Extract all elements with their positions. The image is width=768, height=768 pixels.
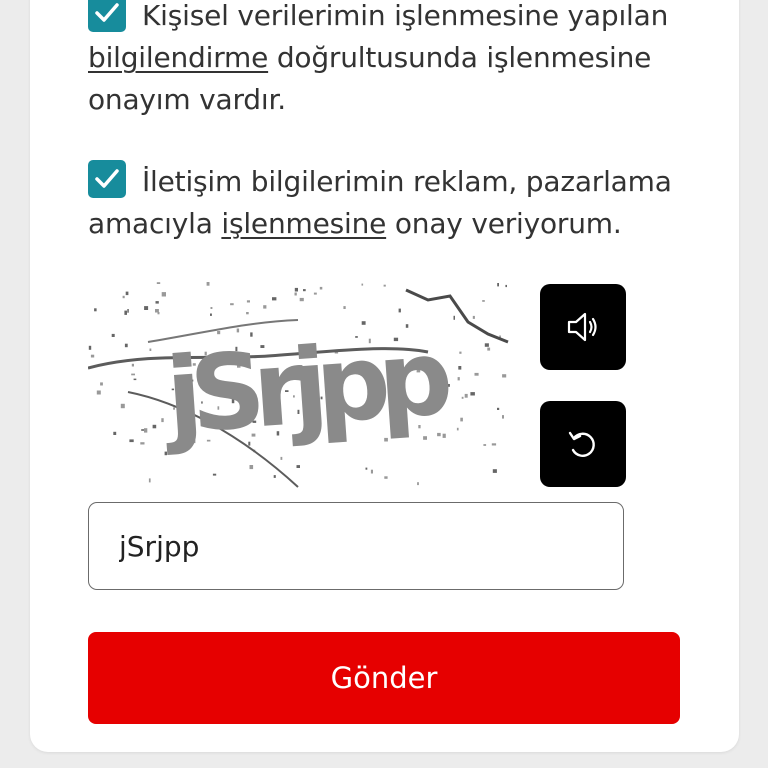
- consent-marketing-checkbox[interactable]: [88, 160, 126, 198]
- captcha-noise-dot: [461, 396, 464, 399]
- captcha-noise-dot: [272, 297, 277, 301]
- captcha-noise-dot: [210, 307, 213, 309]
- captcha-noise-dot: [457, 377, 460, 381]
- captcha-noise-dot: [470, 392, 475, 396]
- captcha-noise-dot: [96, 390, 101, 395]
- captcha-noise-dot: [502, 415, 504, 419]
- captcha-noise-dot: [491, 443, 497, 446]
- captcha-noise-dot: [459, 351, 462, 354]
- captcha-noise-dot: [131, 363, 134, 367]
- captcha-noise-dot: [319, 286, 323, 290]
- captcha-noise-dot: [155, 309, 159, 313]
- submit-button[interactable]: Gönder: [88, 632, 680, 724]
- captcha-noise-dot: [505, 284, 507, 288]
- captcha-noise-dot: [249, 465, 254, 470]
- captcha-noise-dot: [296, 465, 300, 468]
- captcha-noise-dot: [148, 478, 151, 483]
- captcha-noise-dot: [212, 473, 217, 476]
- checkmark-icon: [95, 3, 119, 22]
- captcha-noise-dot: [492, 469, 497, 473]
- captcha-noise-dot: [294, 287, 298, 292]
- captcha-noise-dot: [417, 482, 419, 486]
- captcha-noise-dot: [129, 439, 134, 443]
- captcha-noise-dot: [90, 354, 95, 358]
- captcha-noise-dot: [458, 366, 462, 370]
- captcha-noise-dot: [161, 418, 164, 423]
- captcha-noise-dot: [94, 308, 97, 312]
- captcha-noise-dot: [120, 403, 125, 409]
- captcha-noise-dot: [210, 313, 212, 316]
- captcha-noise-dot: [483, 444, 487, 446]
- captcha-noise-dot: [384, 476, 388, 479]
- refresh-icon: [568, 431, 595, 457]
- captcha-noise-dot: [246, 312, 249, 315]
- captcha-noise-dot: [113, 431, 117, 435]
- captcha-noise-dot: [484, 343, 489, 347]
- captcha-noise-dot: [152, 424, 157, 429]
- captcha-noise-dot: [156, 282, 161, 284]
- captcha-noise-dot: [365, 467, 368, 470]
- captcha-noise-dot: [487, 347, 491, 351]
- captcha-noise-dot: [155, 301, 159, 304]
- captcha-noise-dot: [446, 384, 450, 387]
- consent-marketing: İletişim bilgilerimin reklam, pazarlama …: [88, 160, 688, 245]
- captcha-noise-dot: [124, 310, 127, 315]
- captcha-noise-dot: [246, 300, 250, 303]
- captcha-input[interactable]: [88, 502, 624, 590]
- captcha-noise-dot: [230, 303, 234, 306]
- captcha-noise-dot: [206, 282, 210, 286]
- consent-personal-data: Kişisel verilerimin işlenmesine yapılan …: [88, 0, 688, 121]
- captcha-noise-dot: [456, 427, 459, 431]
- captcha-noise-dot: [161, 292, 166, 297]
- captcha-noise-dot: [122, 295, 125, 299]
- captcha-noise-dot: [453, 315, 455, 320]
- captcha-noise-dot: [144, 306, 149, 310]
- captcha-noise-dot: [460, 417, 463, 422]
- consent-personal-data-text-before: Kişisel verilerimin işlenmesine yapılan: [142, 0, 669, 32]
- consent-personal-data-link[interactable]: bilgilendirme: [88, 41, 268, 74]
- captcha-noise-dot: [482, 300, 485, 302]
- captcha-noise-dot: [361, 283, 364, 286]
- captcha-noise-dot: [127, 309, 129, 313]
- captcha-noise-dot: [370, 469, 373, 474]
- consent-personal-data-checkbox[interactable]: [88, 0, 126, 32]
- captcha-noise-dot: [100, 382, 103, 386]
- captcha-noise-dot: [149, 348, 152, 351]
- consent-marketing-link[interactable]: işlenmesine: [221, 207, 386, 240]
- captcha-noise-dot: [294, 292, 297, 296]
- consent-marketing-text-after: onay veriyorum.: [386, 207, 622, 240]
- captcha-text: jSrjpp: [158, 316, 452, 458]
- captcha-noise-dot: [131, 373, 135, 376]
- captcha-noise-dot: [164, 451, 167, 456]
- captcha-noise-dot: [313, 292, 317, 295]
- checkmark-icon: [95, 169, 119, 188]
- captcha-noise-dot: [140, 442, 145, 445]
- captcha-noise-dot: [125, 291, 129, 296]
- captcha-noise-dot: [464, 393, 468, 398]
- captcha-refresh-button[interactable]: [540, 401, 626, 487]
- captcha-noise-dot: [497, 283, 499, 287]
- captcha-noise-dot: [474, 372, 479, 376]
- captcha-noise-dot: [133, 378, 137, 381]
- captcha-noise-dot: [144, 428, 148, 433]
- captcha-noise-dot: [273, 475, 276, 478]
- captcha-image: jSrjpp: [87, 282, 510, 488]
- captcha-noise-dot: [383, 284, 386, 287]
- captcha-noise-dot: [88, 345, 92, 350]
- captcha-noise-dot: [263, 305, 267, 309]
- captcha-noise-dot: [343, 306, 346, 309]
- captcha-noise-dot: [111, 333, 115, 337]
- captcha-noise-dot: [497, 407, 500, 410]
- captcha-svg: jSrjpp: [87, 282, 509, 488]
- speaker-icon: [567, 312, 597, 342]
- captcha-audio-button[interactable]: [540, 284, 626, 370]
- captcha-noise-dot: [280, 456, 283, 460]
- captcha-noise-dot: [398, 308, 401, 313]
- captcha-noise-dot: [299, 297, 304, 302]
- captcha-noise-dot: [502, 374, 507, 378]
- captcha-noise-dot: [303, 289, 306, 292]
- captcha-noise-dot: [472, 315, 475, 319]
- captcha-noise-dot: [124, 343, 128, 348]
